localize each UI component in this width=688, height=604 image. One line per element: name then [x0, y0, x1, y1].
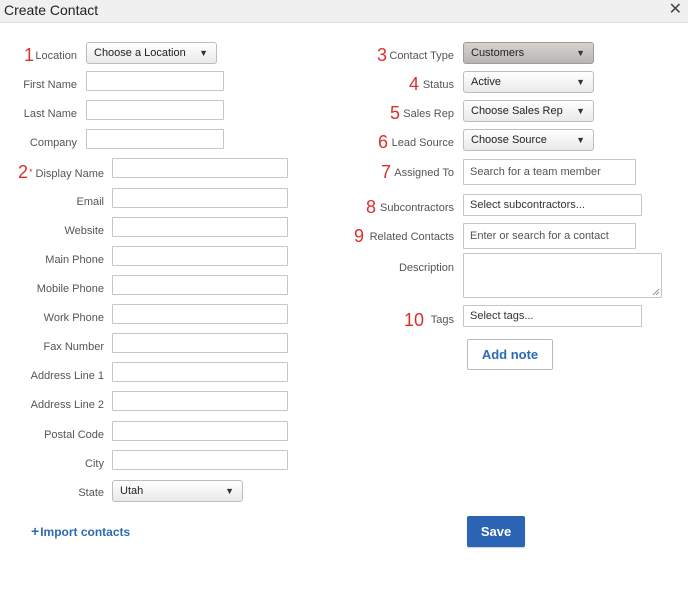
plus-icon: +	[31, 523, 40, 539]
step-number-1: 1	[24, 45, 35, 65]
state-select-value: Utah	[120, 485, 144, 497]
subcontractors-input[interactable]: Select subcontractors...	[463, 194, 642, 216]
mobile-phone-label: Mobile Phone	[36, 283, 104, 295]
status-select[interactable]: Active ▼	[463, 71, 594, 93]
sales-rep-label: Sales Rep	[403, 108, 454, 120]
save-button[interactable]: Save	[467, 516, 525, 547]
step-number-4: 4	[409, 74, 420, 94]
step-number-7: 7	[381, 162, 392, 182]
fax-number-field[interactable]	[112, 333, 288, 353]
fax-number-label: Fax Number	[43, 341, 104, 353]
related-contacts-input[interactable]: Enter or search for a contact	[463, 223, 636, 249]
company-field[interactable]	[86, 129, 224, 149]
import-contacts-link[interactable]: +Import contacts	[31, 523, 130, 539]
chevron-down-icon: ▼	[576, 106, 585, 116]
status-select-value: Active	[471, 76, 501, 88]
related-contacts-label: Related Contacts	[369, 231, 454, 243]
display-name-field[interactable]	[112, 158, 288, 178]
resize-grip-icon[interactable]	[652, 288, 660, 296]
chevron-down-icon: ▼	[576, 77, 585, 87]
main-phone-label: Main Phone	[45, 254, 104, 266]
assigned-to-label: Assigned To	[394, 167, 454, 179]
step-number-6: 6	[378, 132, 389, 152]
step-number-5: 5	[390, 103, 401, 123]
work-phone-label: Work Phone	[43, 312, 104, 324]
sales-rep-select-value: Choose Sales Rep	[471, 105, 563, 117]
subcontractors-label: Subcontractors	[380, 202, 454, 214]
postal-code-field[interactable]	[112, 421, 288, 441]
location-label: Location	[35, 50, 77, 62]
email-label: Email	[76, 196, 104, 208]
last-name-label: Last Name	[23, 108, 77, 120]
city-label: City	[85, 458, 104, 470]
location-select[interactable]: Choose a Location ▼	[86, 42, 217, 64]
location-select-value: Choose a Location	[94, 47, 186, 59]
website-label: Website	[64, 225, 104, 237]
step-number-10: 10	[404, 310, 425, 330]
address-line-1-label: Address Line 1	[30, 370, 104, 382]
contact-type-select-value: Customers	[471, 47, 525, 59]
tags-label: Tags	[430, 314, 454, 326]
display-name-label: * Display Name	[29, 165, 104, 181]
sales-rep-select[interactable]: Choose Sales Rep ▼	[463, 100, 594, 122]
description-textarea[interactable]	[463, 253, 662, 298]
step-number-8: 8	[366, 197, 377, 217]
mobile-phone-field[interactable]	[112, 275, 288, 295]
display-name-label-text: Display Name	[35, 168, 104, 180]
import-contacts-label: Import contacts	[40, 525, 131, 539]
first-name-field[interactable]	[86, 71, 224, 91]
chevron-down-icon: ▼	[225, 486, 234, 496]
step-number-3: 3	[377, 45, 388, 65]
contact-type-label: Contact Type	[389, 50, 454, 62]
lead-source-label: Lead Source	[391, 137, 454, 149]
city-field[interactable]	[112, 450, 288, 470]
step-number-9: 9	[354, 226, 365, 246]
add-note-button[interactable]: Add note	[467, 339, 553, 370]
address-line-1-field[interactable]	[112, 362, 288, 382]
state-label: State	[78, 487, 104, 499]
assigned-to-input[interactable]: Search for a team member	[463, 159, 636, 185]
last-name-field[interactable]	[86, 100, 224, 120]
chevron-down-icon: ▼	[576, 135, 585, 145]
chevron-down-icon: ▼	[576, 48, 585, 58]
lead-source-select[interactable]: Choose Source ▼	[463, 129, 594, 151]
lead-source-select-value: Choose Source	[471, 134, 547, 146]
chevron-down-icon: ▼	[199, 48, 208, 58]
close-icon[interactable]: ✕	[669, 1, 682, 19]
address-line-2-label: Address Line 2	[30, 399, 104, 411]
status-label: Status	[422, 79, 454, 91]
dialog-title: Create Contact	[4, 2, 99, 18]
first-name-label: First Name	[23, 79, 77, 91]
step-number-2: 2	[18, 162, 29, 182]
description-label: Description	[398, 262, 454, 274]
postal-code-label: Postal Code	[44, 429, 104, 441]
email-field[interactable]	[112, 188, 288, 208]
contact-type-select[interactable]: Customers ▼	[463, 42, 594, 64]
state-select[interactable]: Utah ▼	[112, 480, 243, 502]
dialog-titlebar: Create Contact ✕	[0, 0, 688, 23]
required-mark: *	[29, 167, 33, 177]
work-phone-field[interactable]	[112, 304, 288, 324]
company-label: Company	[29, 137, 77, 149]
main-phone-field[interactable]	[112, 246, 288, 266]
tags-input[interactable]: Select tags...	[463, 305, 642, 327]
address-line-2-field[interactable]	[112, 391, 288, 411]
website-field[interactable]	[112, 217, 288, 237]
